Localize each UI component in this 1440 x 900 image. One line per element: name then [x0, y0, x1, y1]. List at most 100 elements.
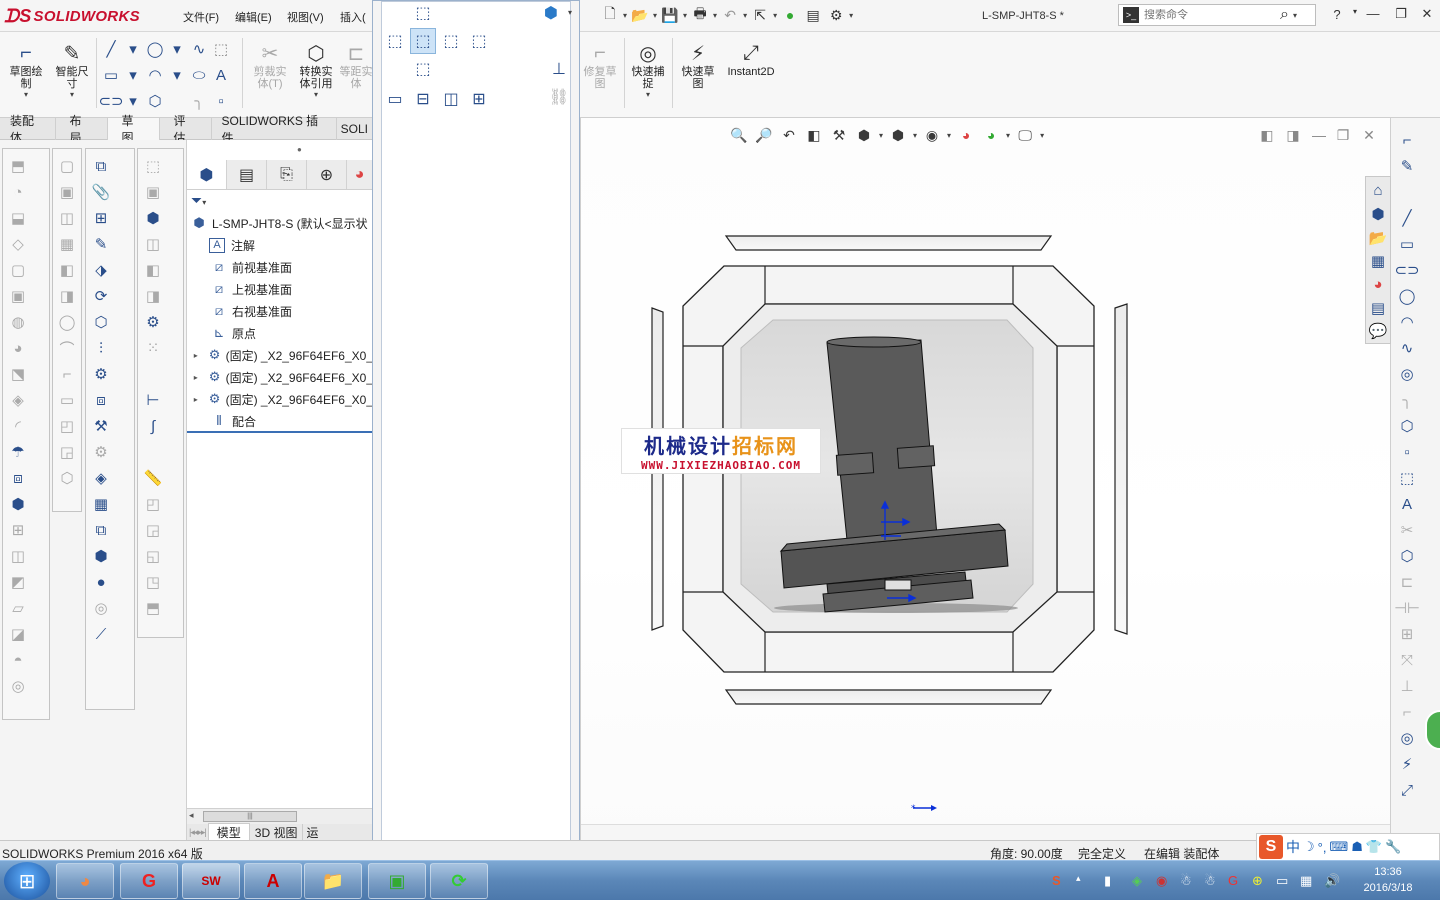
dome-icon[interactable]: ◓ — [5, 647, 31, 673]
draft-icon[interactable]: ◩ — [5, 569, 31, 595]
tree-item[interactable]: A 注解 — [187, 234, 373, 256]
user-icon[interactable]: ☗ — [1351, 839, 1363, 855]
section-view-icon[interactable]: ◧ — [804, 125, 824, 145]
slot-dropdown-icon[interactable]: ▾ — [122, 90, 144, 112]
instant2d-vertical-icon[interactable]: ⤢ — [1395, 778, 1419, 802]
bottom-tab-nav-icon[interactable]: |◂◂▸▸| — [187, 827, 208, 838]
view-selector-cube-icon[interactable]: ⬢ — [538, 0, 564, 26]
curve-icon[interactable]: ⌒ — [54, 335, 80, 361]
command-search-box[interactable]: >_ ⌕ ▾ — [1118, 4, 1316, 26]
fillet-feature-icon[interactable]: ◜ — [5, 413, 31, 439]
edit-component-icon[interactable]: ✎ — [88, 231, 114, 257]
rectangle-icon[interactable]: ▭ — [100, 64, 122, 86]
point-vertical-icon[interactable]: ▫ — [1395, 440, 1419, 464]
tree-item[interactable]: ▸ ⚙ (固定) _X2_96F64EF6_X0_ — [187, 366, 373, 388]
faded-cube-2-icon[interactable]: ◧ — [140, 257, 166, 283]
tree-item[interactable]: ⧄ 前视基准面 — [187, 256, 373, 278]
planar-icon[interactable]: ▦ — [54, 231, 80, 257]
scene-dropdown-icon[interactable]: ▾ — [1006, 131, 1010, 140]
view-settings-icon[interactable]: 🖵 — [1015, 125, 1035, 145]
mushroom-icon[interactable]: ☂ — [5, 439, 31, 465]
menu-insert[interactable]: 插入( — [340, 9, 366, 25]
taskbar-refresh-app-icon[interactable]: ⟳ — [430, 863, 488, 899]
tray-volume-icon[interactable]: 🔊 — [1324, 873, 1340, 889]
wrench-icon[interactable]: 🔧 — [1385, 839, 1401, 855]
tab-motion-study[interactable]: 运 — [303, 824, 321, 841]
taskbar-solidworks-icon[interactable]: SW — [182, 863, 240, 899]
dynamic-annotation-icon[interactable]: ⚒ — [829, 125, 849, 145]
sheetmetal-1-icon[interactable]: ◰ — [140, 491, 166, 517]
ime-mode-label[interactable]: 中 — [1286, 837, 1300, 857]
line-icon[interactable]: ╱ — [100, 38, 122, 60]
tray-plus-icon[interactable]: ⊕ — [1252, 873, 1263, 889]
expand-arrow-icon[interactable]: ▸ — [191, 373, 201, 382]
taskbar-app-g-icon[interactable]: G — [120, 863, 178, 899]
single-view-icon[interactable]: ▭ — [382, 86, 408, 112]
convert-vertical-icon[interactable]: ⬡ — [1395, 544, 1419, 568]
featuremanager-tab-icon[interactable]: ⬢ — [187, 160, 227, 189]
assembly-features-icon[interactable]: ⚙ — [88, 439, 114, 465]
scroll-left-icon[interactable]: ◂ — [189, 810, 194, 821]
taskbar-browser-icon[interactable]: ◕ — [56, 863, 114, 899]
component-new-icon[interactable]: ⧉ — [88, 153, 114, 179]
two-view-horizontal-icon[interactable]: ⊟ — [410, 86, 436, 112]
fillet-icon[interactable]: ╮ — [188, 90, 210, 112]
smart-fastener-icon[interactable]: ⬡ — [88, 309, 114, 335]
menu-file[interactable]: 文件(F) — [183, 9, 219, 25]
system-clock[interactable]: 13:36 2016/3/18 — [1356, 864, 1420, 896]
sweep-icon[interactable]: ⬓ — [5, 205, 31, 231]
slot-vertical-icon[interactable]: ⊂⊃ — [1394, 258, 1419, 282]
right-view-cube-icon[interactable]: ⬚ — [438, 28, 464, 54]
text-icon[interactable]: A — [210, 64, 232, 86]
tree-item[interactable]: ⧄ 上视基准面 — [187, 278, 373, 300]
viewport-nav-right-icon[interactable]: ◨ — [1283, 125, 1303, 145]
expand-arrow-icon[interactable]: ▸ — [191, 351, 201, 360]
smart-dimension-button[interactable]: ✎ 智能尺 寸 ▾ — [50, 40, 94, 100]
repair-sketch-vertical-icon[interactable]: ⌐ — [1395, 700, 1419, 724]
faded-cube-3-icon[interactable]: ◨ — [140, 283, 166, 309]
trim-vertical-icon[interactable]: ✂ — [1395, 518, 1419, 542]
part-feature-icon[interactable]: ⬢ — [5, 491, 31, 517]
sheetmetal-3-icon[interactable]: ◱ — [140, 543, 166, 569]
tray-expand-icon[interactable]: ▴ — [1076, 873, 1081, 884]
circle-dropdown-icon[interactable]: ▾ — [166, 38, 188, 60]
hide-show-dropdown-icon[interactable]: ▾ — [947, 131, 951, 140]
displaymanager-tab-icon[interactable]: ◕ — [347, 160, 373, 189]
trim-entities-button[interactable]: ✂ 剪裁实 体(T) — [248, 40, 292, 91]
grid-icon[interactable]: ⊞ — [5, 517, 31, 543]
view-selector-dropdown-icon[interactable]: ▾ — [568, 8, 572, 17]
offset-surface-icon[interactable]: ◧ — [54, 257, 80, 283]
taskbar-explorer-icon[interactable]: 📁 — [304, 863, 362, 899]
two-view-vertical-icon[interactable]: ◫ — [438, 86, 464, 112]
new-dropdown-icon[interactable]: ▾ — [623, 11, 627, 20]
replace-component-icon[interactable]: ⬢ — [88, 543, 114, 569]
construction-vertical-icon[interactable]: ⬚ — [1395, 466, 1419, 490]
line-dropdown-icon[interactable]: ▾ — [122, 38, 144, 60]
copy-with-mates-icon[interactable]: ⧉ — [88, 517, 114, 543]
render-tools-icon[interactable]: ⚙ — [140, 309, 166, 335]
select-dropdown-icon[interactable]: ▾ — [773, 11, 777, 20]
zoom-to-fit-icon[interactable]: 🔍 — [729, 125, 749, 145]
tray-qq2-icon[interactable]: ☃ — [1204, 873, 1216, 889]
measure-icon[interactable]: ⟋ — [88, 621, 114, 647]
top-view-cube-icon[interactable]: ⬚ — [410, 0, 436, 26]
revolve-icon[interactable]: ◔ — [5, 179, 31, 205]
appearance-icon[interactable]: ● — [88, 569, 114, 595]
assembly-icon[interactable]: ⬡ — [54, 465, 80, 491]
circle-vertical-icon[interactable]: ◯ — [1395, 284, 1419, 308]
normal-to-icon[interactable]: ⊥ — [546, 56, 572, 82]
home-icon[interactable]: ⌂ — [1366, 179, 1390, 202]
insert-component-icon[interactable]: ⧈ — [5, 465, 31, 491]
graphics-area[interactable]: 🔍 🔎 ↶ ◧ ⚒ ⬢ ▾ ⬢ ▾ ◉ ▾ ◕ ◕ ▾ 🖵 ▾ ◧ ◨ — ❐ ✕ — [580, 118, 1391, 840]
smart-dimension-vertical-icon[interactable]: ✎ — [1395, 154, 1419, 178]
smart-dimension-dropdown-icon[interactable]: ▾ — [70, 90, 74, 99]
punctuation-icon[interactable]: °, — [1318, 840, 1327, 855]
tray-qq-icon[interactable]: ☃ — [1180, 873, 1192, 889]
hole-icon[interactable]: ◍ — [5, 309, 31, 335]
network-speed-badge[interactable] — [1425, 710, 1440, 750]
back-view-cube-icon[interactable]: ⬚ — [466, 28, 492, 54]
display-style-dropdown-icon[interactable]: ▾ — [913, 131, 917, 140]
view-orientation-dropdown-icon[interactable]: ▾ — [879, 131, 883, 140]
save-dropdown-icon[interactable]: ▾ — [683, 11, 687, 20]
loft-icon[interactable]: ◇ — [5, 231, 31, 257]
